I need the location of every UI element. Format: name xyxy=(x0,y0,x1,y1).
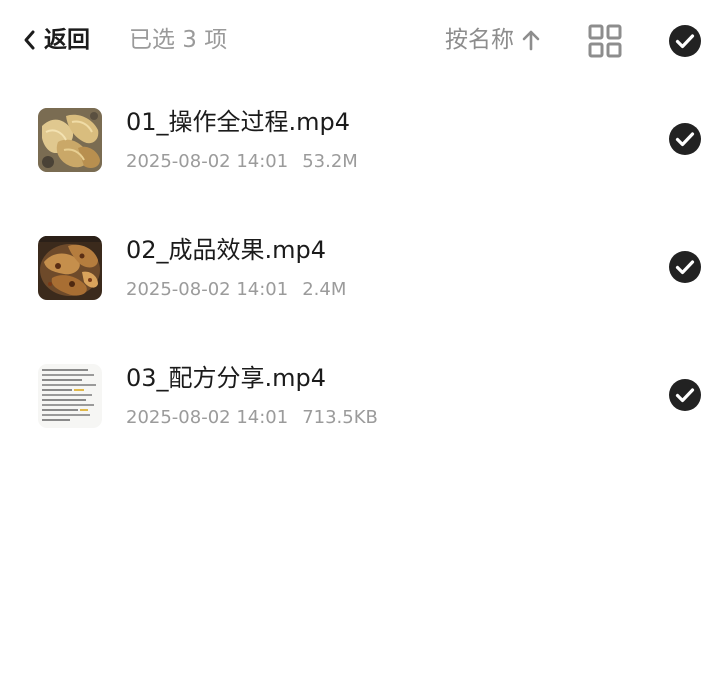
check-circle-icon xyxy=(669,25,701,57)
file-select-checkbox[interactable] xyxy=(668,250,702,284)
file-list-item[interactable]: 02_成品效果.mp4 2025-08-02 14:01 2.4M xyxy=(0,210,712,338)
file-meta: 2025-08-02 14:01 2.4M xyxy=(126,276,346,304)
file-name: 03_配方分享.mp4 xyxy=(126,364,327,392)
view-toggle-button[interactable] xyxy=(588,24,622,58)
file-size: 53.2M xyxy=(302,151,358,172)
file-date: 2025-08-02 14:01 xyxy=(126,407,289,428)
back-label: 返回 xyxy=(44,27,90,53)
video-thumbnail xyxy=(38,236,102,300)
check-circle-icon xyxy=(669,123,701,155)
file-list: 01_操作全过程.mp4 2025-08-02 14:01 53.2M 02_成… xyxy=(0,82,712,466)
file-list-item[interactable]: 03_配方分享.mp4 2025-08-02 14:01 713.5KB xyxy=(0,338,712,466)
file-list-item[interactable]: 01_操作全过程.mp4 2025-08-02 14:01 53.2M xyxy=(0,82,712,210)
sort-by-name-button[interactable]: 按名称 xyxy=(445,20,540,60)
file-select-checkbox[interactable] xyxy=(668,378,702,412)
selected-count-text: 已选 3 项 xyxy=(129,27,228,53)
sort-label: 按名称 xyxy=(445,27,514,53)
file-size: 713.5KB xyxy=(302,407,378,428)
file-name: 01_操作全过程.mp4 xyxy=(126,108,351,136)
file-select-checkbox[interactable] xyxy=(668,122,702,156)
grid-view-icon xyxy=(588,24,622,58)
arrow-up-icon xyxy=(522,30,540,51)
file-size: 2.4M xyxy=(302,279,347,300)
file-meta: 2025-08-02 14:01 53.2M xyxy=(126,148,358,176)
video-thumbnail xyxy=(38,108,102,172)
file-name: 02_成品效果.mp4 xyxy=(126,236,327,264)
check-circle-icon xyxy=(669,379,701,411)
text-document-thumbnail xyxy=(38,364,102,428)
select-all-button[interactable] xyxy=(668,24,702,58)
back-button[interactable]: 返回 xyxy=(22,20,90,60)
food-photo-thumbnail xyxy=(38,236,102,300)
video-thumbnail xyxy=(38,364,102,428)
file-date: 2025-08-02 14:01 xyxy=(126,151,289,172)
chevron-left-icon xyxy=(24,30,35,50)
food-photo-thumbnail xyxy=(38,108,102,172)
file-date: 2025-08-02 14:01 xyxy=(126,279,289,300)
header-bar: 返回 已选 3 项 按名称 xyxy=(0,0,712,82)
file-meta: 2025-08-02 14:01 713.5KB xyxy=(126,404,378,432)
check-circle-icon xyxy=(669,251,701,283)
file-selection-page: 返回 已选 3 项 按名称 01_操作全过程.mp4 2025-08-02 14… xyxy=(0,0,712,699)
